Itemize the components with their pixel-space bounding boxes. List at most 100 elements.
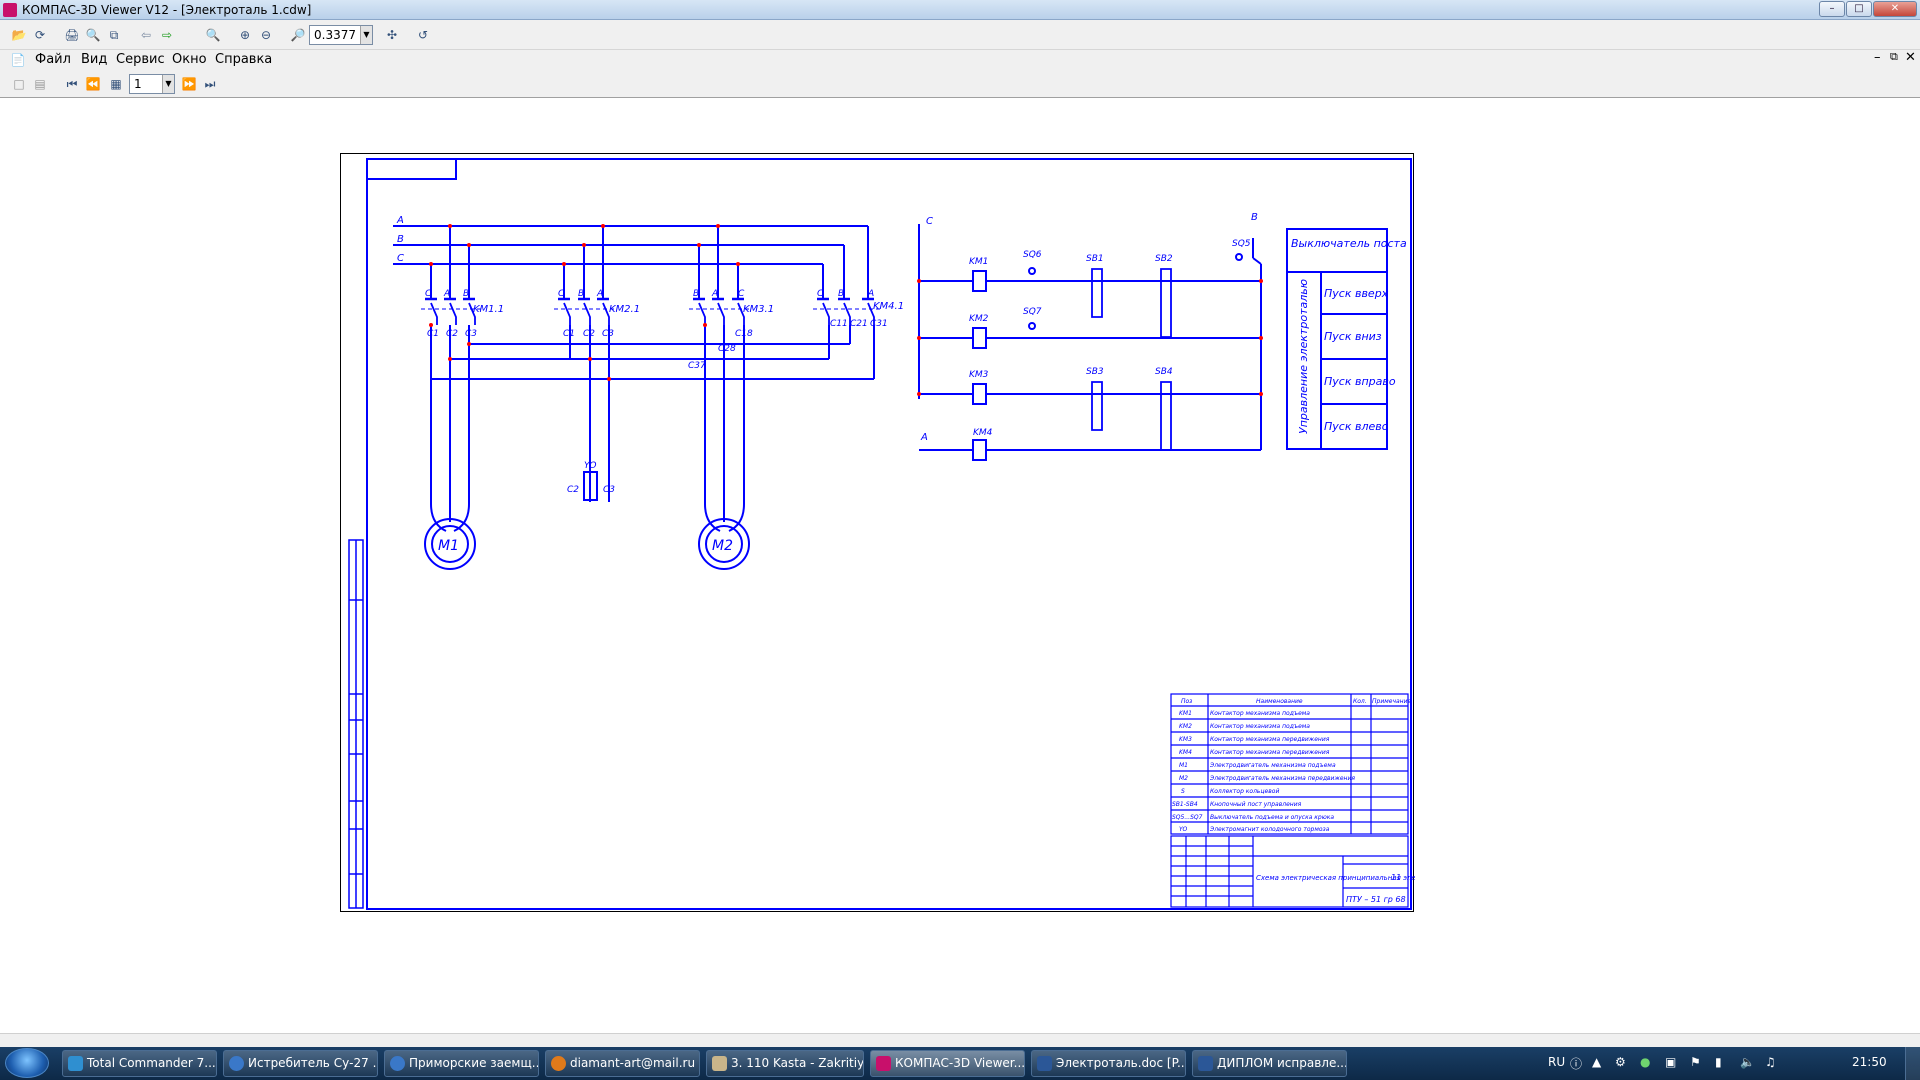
km1-top-a: A (443, 289, 450, 299)
tray-volume-icon[interactable]: ♫ (1765, 1055, 1776, 1069)
km3-c28-label: C28 (718, 344, 736, 354)
menu-file[interactable]: Файл (35, 52, 71, 67)
task-mail[interactable]: diamant-art@mail.ru (545, 1050, 700, 1077)
tray-arrow-icon[interactable]: ▲ (1592, 1055, 1601, 1069)
tray-monitor-icon[interactable]: ▣ (1665, 1055, 1676, 1069)
spec-pos-8: SQ5...SQ7 (1172, 814, 1203, 821)
km1-c2: C2 (446, 329, 458, 339)
doc-minimize-icon[interactable]: – (1874, 50, 1881, 65)
menu-help[interactable]: Справка (215, 52, 272, 67)
maximize-button[interactable]: □ (1846, 1, 1872, 17)
km3-c37: C37 (688, 361, 706, 371)
print-preview-icon[interactable]: 🔍 (84, 26, 102, 44)
tray-battery-icon[interactable]: ▮ (1715, 1055, 1722, 1069)
next-page-icon[interactable]: ⏩ (180, 75, 198, 93)
chevron-down-icon[interactable]: ▼ (360, 26, 372, 44)
motor-m1-label: M1 (438, 538, 459, 554)
task-music[interactable]: 3. 110 Kasta - Zakritiy... (706, 1050, 864, 1077)
zoom-out-icon[interactable]: ⊖ (257, 26, 275, 44)
tray-network-icon[interactable]: ● (1640, 1055, 1650, 1069)
tray-speaker-icon[interactable]: 🔈 (1740, 1055, 1755, 1069)
document-icon: 📄 (10, 53, 26, 67)
open-folder-icon[interactable]: 📂 (10, 26, 28, 44)
menu-service[interactable]: Сервис (116, 52, 165, 67)
refresh-view-icon[interactable]: ↺ (414, 26, 432, 44)
doc-close-icon[interactable]: ✕ (1905, 50, 1916, 65)
km1-top-b: B (463, 289, 469, 299)
km2-c1: C1 (563, 329, 575, 339)
spec-pos-4: M1 (1179, 762, 1188, 769)
km3-top-b: B (693, 289, 699, 299)
page-combo[interactable]: 1 ▼ (129, 74, 175, 94)
zoom-window-icon[interactable]: 🔍 (204, 26, 222, 44)
clock[interactable]: 21:50 (1852, 1055, 1887, 1069)
ie-icon (390, 1056, 405, 1071)
spec-header-qty: Кол. (1353, 698, 1367, 705)
task-su27[interactable]: Истребитель Су-27 ... (223, 1050, 378, 1077)
task-kompas[interactable]: КОМПАС-3D Viewer... (870, 1050, 1025, 1077)
minimize-button[interactable]: – (1819, 1, 1845, 17)
button-sb2: SB2 (1155, 254, 1173, 264)
brake-c3: C3 (603, 485, 615, 495)
word-icon (1198, 1056, 1213, 1071)
zoom-in-icon[interactable]: ⊕ (236, 26, 254, 44)
drawing-sheet[interactable]: A B C C A B KM1.1 C1 C2 C3 C B A KM2.1 C… (340, 153, 1415, 912)
km2-c2: C2 (583, 329, 595, 339)
km1-c3: C3 (465, 329, 477, 339)
layers-stack-icon[interactable]: ▤ (31, 75, 49, 93)
help-icon[interactable]: ⓘ (1570, 1055, 1582, 1072)
task-word-doc[interactable]: Электроталь.doc [P... (1031, 1050, 1186, 1077)
spec-pos-3: KM4 (1179, 749, 1192, 756)
zoom-combo[interactable]: 0.3377 ▼ (309, 25, 373, 45)
side-row-down: Пуск вниз (1324, 330, 1382, 343)
button-sb3: SB3 (1086, 367, 1104, 377)
spec-name-8: Выключатель подъема и опуска крюка (1210, 814, 1334, 821)
side-row-right: Пуск вправо (1324, 375, 1396, 388)
spec-pos-6: S (1181, 788, 1185, 795)
print-icon[interactable]: 🖨 (63, 26, 81, 44)
km1-top-c: C (425, 289, 432, 299)
start-button[interactable] (5, 1048, 49, 1078)
layer-icon[interactable]: □ (10, 75, 28, 93)
zoom-scale-icon[interactable]: 🔎 (289, 26, 307, 44)
task-diplom[interactable]: ДИПЛОМ исправле... (1192, 1050, 1347, 1077)
km1-label: KM1.1 (473, 304, 504, 315)
pan-move-icon[interactable]: ✣ (383, 26, 401, 44)
chevron-down-icon[interactable]: ▼ (162, 75, 174, 93)
prev-page-icon[interactable]: ⏪ (84, 75, 102, 93)
ctrl-phase-c: C (926, 216, 933, 227)
side-table-header: Выключатель поста (1291, 237, 1407, 250)
side-row-up: Пуск вверх (1324, 287, 1389, 300)
task-total-commander[interactable]: Total Commander 7.... (62, 1050, 217, 1077)
first-page-icon[interactable]: ⏮ (63, 75, 81, 93)
tray-flag-icon[interactable]: ⚑ (1690, 1055, 1701, 1069)
coil-km1: KM1 (969, 257, 988, 267)
km4-top-b: B (838, 289, 844, 299)
show-desktop-button[interactable] (1905, 1047, 1920, 1080)
tray-app-icon[interactable]: ⚙ (1615, 1055, 1626, 1069)
language-indicator[interactable]: RU (1548, 1055, 1565, 1069)
forward-arrow-icon[interactable]: ⇨ (158, 26, 176, 44)
refresh-icon[interactable]: ⟳ (31, 26, 49, 44)
spec-pos-7: SB1-SB4 (1172, 801, 1198, 808)
spec-name-6: Коллектор кольцевой (1210, 788, 1279, 795)
km3-top-a: A (711, 289, 718, 299)
close-button[interactable]: ✕ (1873, 1, 1917, 17)
mail-icon (551, 1056, 566, 1071)
doc-restore-icon[interactable]: ⧉ (1890, 50, 1898, 64)
spec-name-0: Контактор механизма подъема (1210, 710, 1310, 717)
last-page-icon[interactable]: ⏭ (201, 75, 219, 93)
menu-window[interactable]: Окно (172, 52, 207, 67)
spec-name-5: Электродвигатель механизма передвижения (1209, 775, 1355, 782)
ie-icon (229, 1056, 244, 1071)
task-primorskie[interactable]: Приморские заемщ... (384, 1050, 539, 1077)
spec-pos-2: KM3 (1179, 736, 1192, 743)
pages-icon[interactable]: ▦ (107, 75, 125, 93)
zoom-value: 0.3377 (314, 28, 356, 42)
ctrl-phase-b: B (1251, 212, 1258, 223)
menu-view[interactable]: Вид (81, 52, 107, 67)
winamp-icon (712, 1056, 727, 1071)
km1-c1: C1 (427, 329, 439, 339)
copy-icon[interactable]: ⧉ (105, 26, 123, 44)
back-arrow-icon[interactable]: ⇦ (137, 26, 155, 44)
